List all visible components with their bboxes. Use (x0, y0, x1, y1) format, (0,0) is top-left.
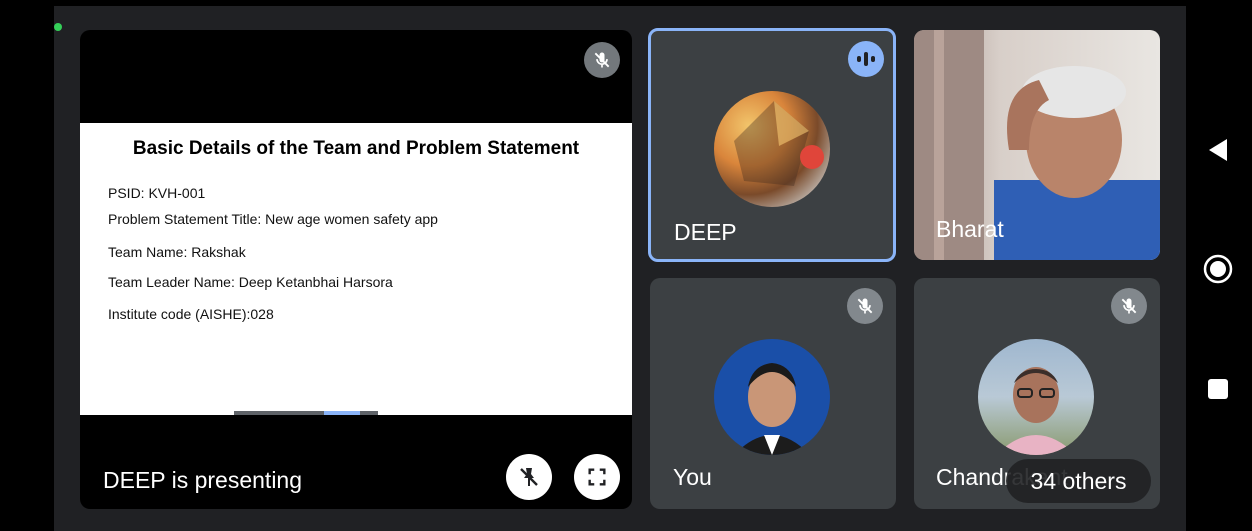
slide-line-institute-code: Institute code (AISHE):028 (108, 306, 274, 322)
back-icon[interactable] (1207, 137, 1229, 163)
camera-in-use-indicator (54, 23, 62, 31)
presentation-tile[interactable]: Basic Details of the Team and Problem St… (80, 30, 632, 509)
participant-tile-you[interactable]: You (650, 278, 896, 509)
fullscreen-button[interactable] (574, 454, 620, 500)
avatar-chandrakant (978, 339, 1094, 455)
participant-name-you: You (673, 464, 712, 490)
avatar-you (714, 339, 830, 455)
unpin-button[interactable] (506, 454, 552, 500)
speaking-indicator-icon (848, 41, 884, 77)
recents-icon[interactable] (1207, 378, 1229, 400)
others-count-button[interactable]: 34 others (1006, 459, 1151, 503)
slide-line-psid: PSID: KVH-001 (108, 185, 206, 201)
participant-tile-bharat[interactable]: Bharat (914, 30, 1160, 260)
presenting-label: DEEP is presenting (103, 467, 303, 493)
slide-line-team-leader: Team Leader Name: Deep Ketanbhai Harsora (108, 274, 393, 290)
system-nav-bar (1186, 0, 1252, 531)
shared-slide: Basic Details of the Team and Problem St… (80, 123, 632, 415)
mic-muted-icon (847, 288, 883, 324)
fullscreen-icon (588, 468, 606, 486)
slide-line-problem-title: Problem Statement Title: New age women s… (108, 211, 438, 227)
slide-title: Basic Details of the Team and Problem St… (132, 138, 580, 159)
participant-tile-deep[interactable]: DEEP (648, 28, 896, 262)
home-icon[interactable] (1203, 254, 1233, 284)
slide-line-team-name: Team Name: Rakshak (108, 244, 246, 260)
presenter-mic-muted-icon (584, 42, 620, 78)
avatar-deep (714, 91, 830, 207)
unpin-icon (520, 468, 538, 486)
slide-scroll-thumb[interactable] (324, 411, 360, 415)
participant-name-bharat: Bharat (936, 216, 1004, 242)
mic-muted-icon (1111, 288, 1147, 324)
participant-name-deep: DEEP (674, 219, 737, 245)
